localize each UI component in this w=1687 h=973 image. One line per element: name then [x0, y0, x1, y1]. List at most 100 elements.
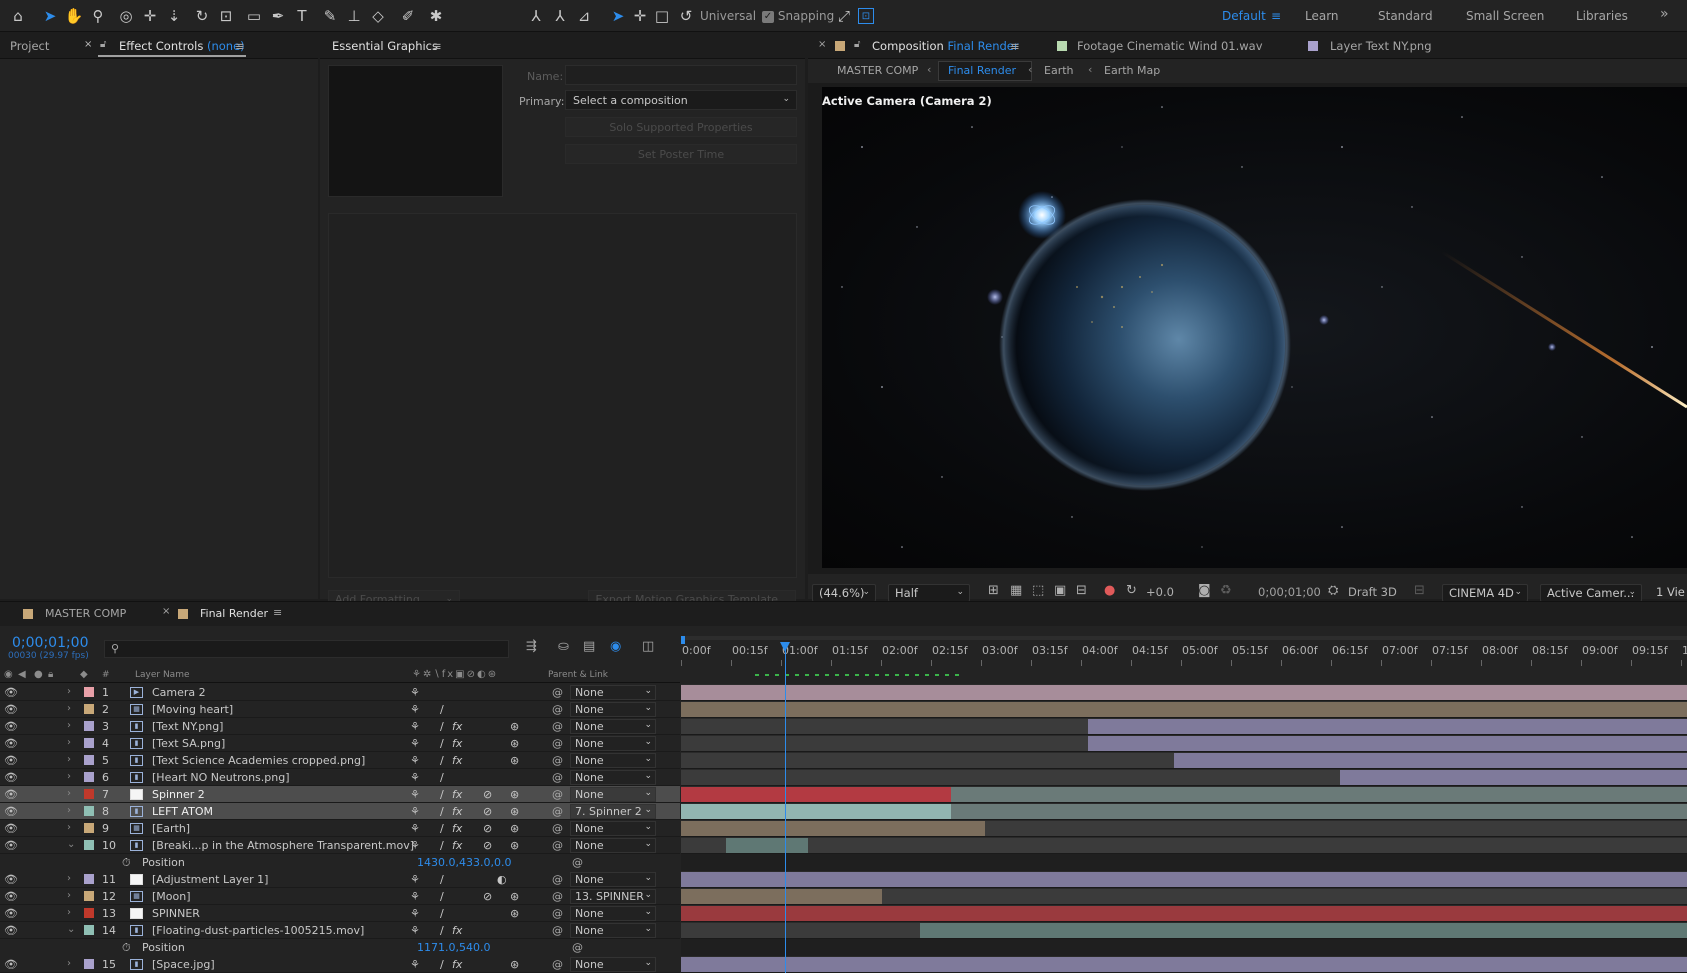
lock-switch-icon[interactable]: 🔒︎ [48, 669, 53, 680]
timeline-timecode[interactable]: 0;00;01;00 [12, 635, 89, 651]
label-header-icon[interactable]: ◆ [80, 669, 88, 680]
visibility-eye-icon[interactable]: 👁︎ [4, 907, 18, 920]
layer-row[interactable]: 👁︎ › 5 ▮ [Text Science Academies cropped.png… [0, 752, 680, 769]
clone-stamp-tool-icon[interactable]: ⊥ [344, 6, 364, 26]
pan-behind-tool-icon[interactable]: ⊡ [216, 6, 236, 26]
property-value[interactable]: 1430.0,433.0,0.0 [417, 856, 511, 869]
quality-switch-icon[interactable]: ∕ [440, 754, 444, 767]
pick-whip-icon[interactable]: @ [552, 890, 563, 903]
layer-name[interactable]: [Moving heart] [152, 703, 233, 716]
parent-select[interactable]: None ⌄ [570, 957, 656, 972]
pick-whip-icon[interactable]: @ [552, 737, 563, 750]
expand-twirl-icon[interactable]: › [67, 771, 71, 782]
zoom-tool-icon[interactable]: ⚲ [88, 6, 108, 26]
parent-select[interactable]: None ⌄ [570, 702, 656, 717]
visibility-eye-icon[interactable]: 👁︎ [4, 822, 18, 835]
pan-camera-icon[interactable]: ✛ [140, 6, 160, 26]
pick-whip-icon[interactable]: @ [552, 873, 563, 886]
3d-layer-icon[interactable]: ⊛ [510, 754, 519, 767]
show-channel-icon[interactable]: ● [1104, 583, 1115, 598]
eraser-tool-icon[interactable]: ◇ [368, 6, 388, 26]
solo-switch-icon[interactable]: ● [34, 669, 43, 680]
stopwatch-icon[interactable]: ⏱ [122, 941, 131, 955]
label-color-swatch[interactable] [84, 891, 94, 901]
roto-brush-tool-icon[interactable]: ✐ [398, 6, 418, 26]
3d-layer-icon[interactable]: ⊛ [510, 737, 519, 750]
shy-switch-icon[interactable]: ⚘ [410, 788, 420, 801]
layer-name[interactable]: [Breaki...p in the Atmosphere Transparen… [152, 839, 414, 852]
expand-twirl-icon[interactable]: › [67, 754, 71, 765]
layer-duration-bar[interactable] [681, 685, 1687, 700]
layer-duration-bar[interactable] [1088, 736, 1687, 751]
parent-select[interactable]: 13. SPINNER ⌄ [570, 889, 656, 904]
label-color-swatch[interactable] [84, 806, 94, 816]
visibility-eye-icon[interactable]: 👁︎ [4, 703, 18, 716]
visibility-eye-icon[interactable]: 👁︎ [4, 958, 18, 971]
playhead-line[interactable] [784, 684, 786, 973]
renderer-select[interactable]: CINEMA 4D ⌄ [1442, 584, 1528, 602]
mask-visibility-icon[interactable]: ⬚ [1032, 583, 1044, 598]
graph-editor-icon[interactable]: ◫ [642, 639, 654, 654]
visibility-eye-icon[interactable]: 👁︎ [4, 839, 18, 852]
viewer-timecode[interactable]: 0;00;01;00 [1258, 585, 1321, 599]
parent-link-header[interactable]: Parent & Link [548, 670, 608, 680]
label-color-swatch[interactable] [84, 823, 94, 833]
shy-switch-icon[interactable]: ⚘ [410, 822, 420, 835]
effects-switch-icon[interactable]: fx [452, 737, 462, 750]
quality-switch-icon[interactable]: ∕ [440, 703, 444, 716]
parent-select[interactable]: None ⌄ [570, 770, 656, 785]
effects-switch-icon[interactable]: fx [452, 720, 462, 733]
3d-layer-icon[interactable]: ⊛ [510, 822, 519, 835]
layer-duration-bar[interactable] [681, 702, 1687, 717]
label-color-swatch[interactable] [84, 840, 94, 850]
pick-whip-icon[interactable]: @ [552, 771, 563, 784]
layer-duration-bar[interactable] [681, 906, 1687, 921]
video-switch-icon[interactable]: ◉ [4, 669, 13, 680]
parent-select[interactable]: None ⌄ [570, 838, 656, 853]
resolution-select[interactable]: Half ⌄ [888, 584, 970, 602]
workspace-default[interactable]: Default [1222, 9, 1266, 23]
layer-name[interactable]: [Moon] [152, 890, 191, 903]
shy-switch-icon[interactable]: ⚘ [410, 771, 420, 784]
crumb-earth[interactable]: Earth [1044, 64, 1074, 77]
tab-master-comp[interactable]: MASTER COMP [45, 607, 126, 620]
parent-select[interactable]: None ⌄ [570, 787, 656, 802]
label-color-swatch[interactable] [84, 721, 94, 731]
motion-blur-icon[interactable]: ⊘ [483, 822, 492, 835]
layer-name[interactable]: [Text Science Academies cropped.png] [152, 754, 365, 767]
panel-menu-icon[interactable]: ≡ [432, 39, 442, 53]
adjustment-layer-icon[interactable]: ◐ [497, 873, 507, 886]
3d-layer-icon[interactable]: ⊛ [510, 805, 519, 818]
label-color-swatch[interactable] [84, 687, 94, 697]
snapping-toggle[interactable]: ✓ Snapping [762, 9, 834, 23]
shy-switch-icon[interactable]: ⚘ [410, 737, 420, 750]
label-color-swatch[interactable] [84, 772, 94, 782]
motion-blur-icon[interactable]: ⊘ [483, 788, 492, 801]
effects-switch-icon[interactable]: fx [452, 924, 462, 937]
expand-twirl-icon[interactable]: › [67, 822, 71, 833]
pen-tool-icon[interactable]: ✒ [268, 6, 288, 26]
layer-row[interactable]: 👁︎ › 12 ▦ [Moon] ⚘ ∕ ⊘ ⊛ @13. SPINNER ⌄ [0, 888, 680, 905]
type-tool-icon[interactable]: T [292, 6, 312, 26]
show-snapshot-icon[interactable]: ♻ [1220, 583, 1232, 598]
layer-row[interactable]: 👁︎ › 8 ▮ LEFT ATOM ⚘ ∕ fx ⊘ ⊛ @7. Spinner 2 ⌄ [0, 803, 680, 820]
layer-name[interactable]: [Text NY.png] [152, 720, 223, 733]
playhead-handle[interactable] [779, 642, 790, 652]
layer-row[interactable]: 👁︎ › 13 SPINNER ⚘ ∕ ⊛ @ None ⌄ [0, 905, 680, 922]
rectangle-tool-icon[interactable]: ▭ [244, 6, 264, 26]
layer-duration-bar[interactable] [681, 787, 951, 802]
layer-name[interactable]: [Heart NO Neutrons.png] [152, 771, 290, 784]
motion-blur-icon[interactable]: ⊘ [483, 890, 492, 903]
layer-duration-bar[interactable] [681, 889, 883, 904]
shy-switch-icon[interactable]: ⚘ [410, 720, 420, 733]
extended-viewer-icon[interactable]: ⊟ [1414, 583, 1425, 598]
universal-move-icon[interactable]: ✛ [630, 6, 650, 26]
quality-switch-icon[interactable]: ∕ [440, 924, 444, 937]
tab-final-render[interactable]: Final Render [200, 607, 268, 620]
local-axis-icon[interactable]: ⅄ [526, 6, 546, 26]
quality-switch-icon[interactable]: ∕ [440, 771, 444, 784]
effects-switch-icon[interactable]: fx [452, 754, 462, 767]
pick-whip-icon[interactable]: @ [552, 822, 563, 835]
effects-switch-icon[interactable]: fx [452, 958, 462, 971]
selection-tool-icon[interactable]: ➤ [40, 6, 60, 26]
